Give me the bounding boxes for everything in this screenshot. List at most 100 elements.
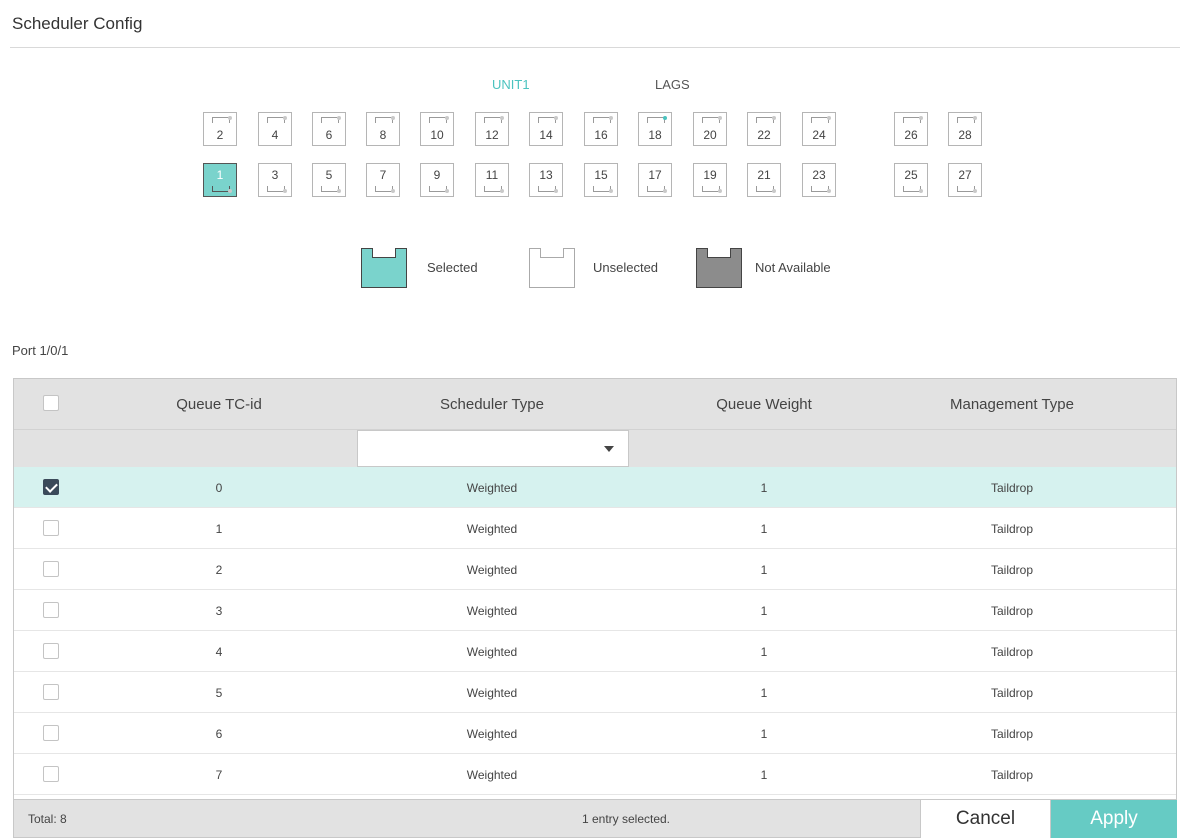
port-22[interactable]: 22 [747,112,781,146]
cell-queue-tc-id: 2 [215,563,223,577]
legend-unselected-label: Unselected [593,260,659,275]
port-number: 19 [703,168,717,182]
table-row[interactable]: 2 Weighted 1 Taildrop [14,549,1176,590]
port-number: 27 [958,168,972,182]
cell-scheduler-type: Weighted [466,481,518,495]
port-26[interactable]: 26 [894,112,928,146]
port-24[interactable]: 24 [802,112,836,146]
cancel-button[interactable]: Cancel [920,800,1051,838]
row-checkbox[interactable] [43,561,59,577]
row-checkbox[interactable] [43,766,59,782]
port-number: 24 [812,128,826,142]
port-2[interactable]: 2 [203,112,237,146]
scheduler-type-select[interactable] [357,430,629,467]
port-led-icon [283,189,287,193]
header-queue-weight[interactable]: Queue Weight [659,396,869,413]
row-checkbox[interactable] [43,602,59,618]
port-led-icon [609,189,613,193]
table-row[interactable]: 7 Weighted 1 Taildrop [14,754,1176,795]
port-25[interactable]: 25 [894,163,928,197]
port-14[interactable]: 14 [529,112,563,146]
port-21[interactable]: 21 [747,163,781,197]
cell-management-type: Taildrop [990,768,1034,782]
cell-queue-weight: 1 [760,563,768,577]
port-number: 11 [485,168,499,182]
scheduler-table: Queue TC-id Scheduler Type Queue Weight … [13,378,1177,838]
port-12[interactable]: 12 [475,112,509,146]
port-number: 21 [757,168,771,182]
select-all-checkbox[interactable] [43,395,59,411]
port-number: 22 [757,128,771,142]
selection-status: 1 entry selected. [581,812,671,826]
port-10[interactable]: 10 [420,112,454,146]
table-row[interactable]: 1 Weighted 1 Taildrop [14,508,1176,549]
table-row[interactable]: 4 Weighted 1 Taildrop [14,631,1176,672]
port-8[interactable]: 8 [366,112,400,146]
port-1[interactable]: 1 [203,163,237,197]
port-3[interactable]: 3 [258,163,292,197]
chevron-down-icon [604,446,614,452]
port-led-icon [663,189,667,193]
header-scheduler-type[interactable]: Scheduler Type [387,396,597,413]
port-number: 5 [325,168,333,182]
apply-button[interactable]: Apply [1051,800,1177,838]
legend-not-available-label: Not Available [755,260,831,275]
port-led-icon [337,189,341,193]
port-28[interactable]: 28 [948,112,982,146]
cell-management-type: Taildrop [990,481,1034,495]
port-led-icon [445,116,449,120]
table-header: Queue TC-id Scheduler Type Queue Weight … [14,379,1176,429]
port-15[interactable]: 15 [584,163,618,197]
port-number: 23 [812,168,826,182]
cell-management-type: Taildrop [990,604,1034,618]
port-number: 25 [904,168,918,182]
tab-lags[interactable]: LAGS [655,77,690,92]
cell-management-type: Taildrop [990,686,1034,700]
port-led-icon [500,116,504,120]
port-20[interactable]: 20 [693,112,727,146]
port-6[interactable]: 6 [312,112,346,146]
port-11[interactable]: 11 [475,163,509,197]
row-checkbox[interactable] [43,725,59,741]
port-7[interactable]: 7 [366,163,400,197]
port-led-icon [554,116,558,120]
cell-management-type: Taildrop [990,727,1034,741]
cell-scheduler-type: Weighted [466,768,518,782]
row-checkbox[interactable] [43,684,59,700]
port-led-icon [554,189,558,193]
port-17[interactable]: 17 [638,163,672,197]
cell-scheduler-type: Weighted [466,645,518,659]
port-number: 6 [325,128,333,142]
port-number: 26 [904,128,918,142]
port-number: 2 [216,128,224,142]
cell-management-type: Taildrop [990,645,1034,659]
port-19[interactable]: 19 [693,163,727,197]
total-count: Total: 8 [28,812,67,826]
port-led-icon [663,116,667,120]
table-row[interactable]: 0 Weighted 1 Taildrop [14,467,1176,508]
table-row[interactable]: 3 Weighted 1 Taildrop [14,590,1176,631]
table-row[interactable]: 5 Weighted 1 Taildrop [14,672,1176,713]
port-led-icon [772,116,776,120]
port-27[interactable]: 27 [948,163,982,197]
tab-unit1[interactable]: UNIT1 [492,77,530,92]
cell-queue-tc-id: 7 [215,768,223,782]
port-5[interactable]: 5 [312,163,346,197]
port-13[interactable]: 13 [529,163,563,197]
port-4[interactable]: 4 [258,112,292,146]
header-management-type[interactable]: Management Type [907,396,1117,413]
row-checkbox[interactable] [43,520,59,536]
table-row[interactable]: 6 Weighted 1 Taildrop [14,713,1176,754]
row-checkbox[interactable] [43,643,59,659]
legend-selected-icon [361,248,407,288]
row-checkbox[interactable] [43,479,59,495]
port-9[interactable]: 9 [420,163,454,197]
port-16[interactable]: 16 [584,112,618,146]
port-led-icon [919,189,923,193]
port-number: 7 [379,168,387,182]
port-23[interactable]: 23 [802,163,836,197]
header-queue-tc-id[interactable]: Queue TC-id [114,396,324,413]
cell-scheduler-type: Weighted [466,686,518,700]
port-18[interactable]: 18 [638,112,672,146]
port-led-icon [500,189,504,193]
